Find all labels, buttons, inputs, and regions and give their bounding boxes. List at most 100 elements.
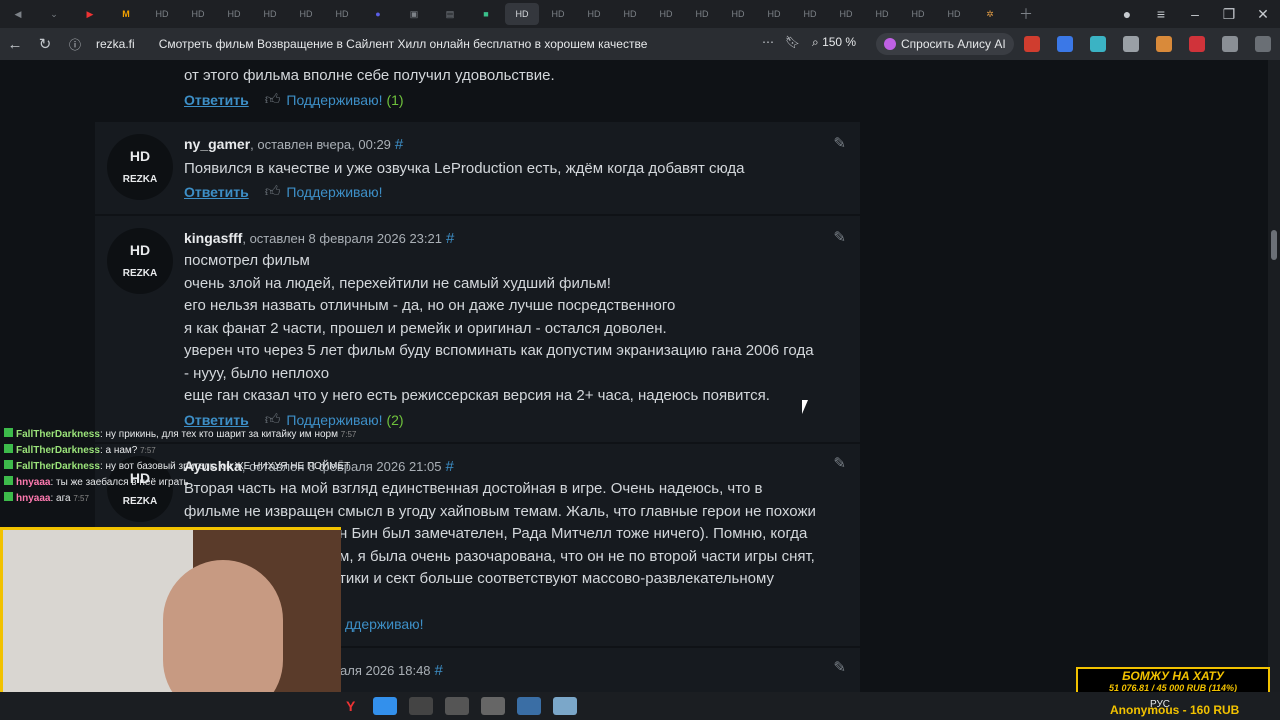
tab[interactable]: HD (541, 3, 575, 25)
support-link[interactable]: Поддерживаю! (286, 92, 382, 108)
app-icon[interactable] (517, 697, 542, 715)
tab[interactable]: ◀ (1, 3, 35, 25)
thumbs-up-icon[interactable]: 👍︎ (265, 91, 281, 109)
thumbs-up-icon[interactable]: 👍︎ (265, 183, 281, 201)
tab-label: HD (551, 9, 565, 19)
chat-time: 7:57 (73, 494, 89, 503)
tab[interactable]: ■ (469, 3, 503, 25)
support-link[interactable]: Поддерживаю! (286, 184, 382, 200)
tab[interactable]: HD (649, 3, 683, 25)
comment-author[interactable]: ny_gamer (184, 136, 250, 152)
support-link[interactable]: Поддерживаю! (286, 412, 382, 428)
edit-icon[interactable]: ✎ (833, 658, 846, 676)
reply-link[interactable]: Ответить (184, 412, 249, 428)
extension-icon[interactable] (1156, 36, 1172, 52)
chat-time: 7:57 (140, 446, 156, 455)
support-count: (1) (386, 92, 404, 108)
plus-icon: ＋ (1019, 6, 1033, 22)
app-icon[interactable] (553, 697, 578, 715)
tab[interactable]: HD (685, 3, 719, 25)
restore-icon[interactable]: ❐ (1212, 6, 1246, 23)
tab[interactable]: ▣ (397, 3, 431, 25)
tab[interactable]: HD (145, 3, 179, 25)
extension-icon[interactable] (1123, 36, 1139, 52)
comment-author[interactable]: kingasfff (184, 230, 242, 246)
tab[interactable]: HD (793, 3, 827, 25)
zoom-indicator[interactable]: ⌕ 150 % (812, 35, 856, 50)
permalink[interactable]: # (435, 662, 443, 679)
site-info-icon[interactable]: ⓘ (60, 36, 90, 53)
reply-link[interactable]: Ответить (184, 92, 249, 108)
permalink[interactable]: # (446, 230, 454, 247)
reply-link[interactable]: Ответить (184, 184, 249, 200)
tab[interactable]: ⌄ (37, 3, 71, 25)
tab-label: HD (299, 9, 313, 19)
tab-active[interactable]: HD (505, 3, 539, 25)
scrollbar[interactable] (1268, 60, 1280, 720)
telegram-icon[interactable] (373, 697, 398, 715)
tab[interactable]: HD (901, 3, 935, 25)
reload-icon[interactable]: ↻ (30, 35, 60, 53)
tab[interactable]: HD (757, 3, 791, 25)
support-link[interactable]: ддерживаю! (345, 616, 424, 632)
url-domain[interactable]: rezka.fi (96, 37, 135, 51)
edit-icon[interactable]: ✎ (833, 454, 846, 472)
steam-icon[interactable] (409, 697, 434, 715)
tab[interactable]: ✲ (973, 3, 1007, 25)
chat-user: hnyaaa (16, 493, 51, 504)
tab-label: HD (335, 9, 349, 19)
edit-icon[interactable]: ✎ (833, 228, 846, 246)
extension-icon[interactable] (1189, 36, 1205, 52)
minimize-icon[interactable]: – (1178, 6, 1212, 22)
profile-icon[interactable]: ● (1110, 6, 1144, 22)
page-title: Смотреть фильм Возвращение в Сайлент Хил… (158, 37, 648, 51)
permalink[interactable]: # (445, 458, 453, 475)
tab[interactable]: HD (721, 3, 755, 25)
tab[interactable]: HD (829, 3, 863, 25)
scrollbar-thumb[interactable] (1271, 230, 1277, 260)
download-icon[interactable] (1222, 36, 1238, 52)
tab[interactable]: ▶ (73, 3, 107, 25)
extension-icon[interactable] (1255, 36, 1271, 52)
tab[interactable]: HD (613, 3, 647, 25)
extension-icon[interactable] (1024, 36, 1040, 52)
speaker-icon: ◀ (14, 8, 22, 19)
tab[interactable]: HD (325, 3, 359, 25)
comment-line: уверен что через 5 лет фильм буду вспоми… (184, 342, 814, 359)
permalink[interactable]: # (395, 136, 403, 153)
app-icon[interactable] (481, 697, 506, 715)
bookmark-icon[interactable]: 🔖︎ (785, 35, 800, 49)
comment-header: аля 2026 18:48 # (340, 662, 443, 679)
alice-button[interactable]: Спросить Алису AI (876, 33, 1014, 55)
comment-meta: аля 2026 18:48 (340, 663, 431, 678)
app-icon[interactable] (445, 697, 470, 715)
tab[interactable]: HD (577, 3, 611, 25)
translate-icon[interactable] (1057, 36, 1073, 52)
tab[interactable]: ● (361, 3, 395, 25)
tab[interactable]: HD (253, 3, 287, 25)
yandex-icon[interactable]: Y (346, 698, 355, 714)
kick-icon (4, 460, 13, 469)
tab[interactable]: M (109, 3, 143, 25)
app-icon: ■ (483, 9, 489, 19)
tab-label: HD (695, 9, 709, 19)
tab[interactable]: HD (217, 3, 251, 25)
tab[interactable]: HD (181, 3, 215, 25)
more-icon[interactable]: ⋯ (762, 35, 774, 49)
avatar[interactable]: HD REZKA (107, 228, 173, 294)
gamepad-icon: ▤ (445, 8, 455, 19)
tab[interactable]: HD (289, 3, 323, 25)
edit-icon[interactable]: ✎ (833, 134, 846, 152)
extension-icon[interactable] (1090, 36, 1106, 52)
tab[interactable]: ▤ (433, 3, 467, 25)
tab[interactable]: HD (865, 3, 899, 25)
tab-label: HD (191, 9, 205, 19)
close-icon[interactable]: ✕ (1246, 6, 1280, 23)
comment-line: посмотрел фильм (184, 252, 310, 269)
avatar[interactable]: HD REZKA (107, 134, 173, 200)
tab[interactable]: HD (937, 3, 971, 25)
menu-icon[interactable]: ≡ (1144, 6, 1178, 22)
thumbs-up-icon[interactable]: 👍︎ (265, 411, 281, 429)
back-icon[interactable]: ← (0, 36, 30, 53)
new-tab-button[interactable]: ＋ (1009, 3, 1043, 25)
